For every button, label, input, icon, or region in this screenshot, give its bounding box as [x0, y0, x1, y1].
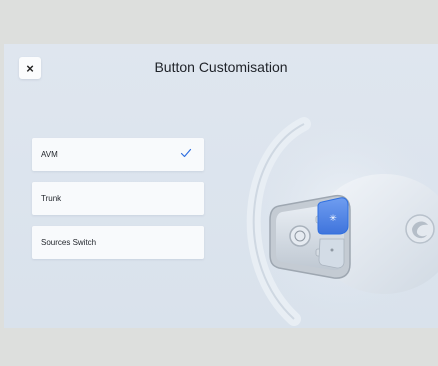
steering-wheel-illustration: ✳ [244, 104, 438, 326]
check-icon [180, 148, 192, 158]
svg-text:✳: ✳ [329, 214, 337, 224]
dialog-title: Button Customisation [154, 59, 288, 75]
option-avm[interactable]: AVM [32, 138, 204, 171]
button-customisation-dialog: × Button Customisation AVM Trunk Sources… [4, 44, 438, 328]
option-label: AVM [41, 150, 58, 159]
option-trunk[interactable]: Trunk [32, 182, 204, 215]
option-label: Trunk [41, 194, 62, 203]
option-label: Sources Switch [41, 238, 97, 247]
option-sources-switch[interactable]: Sources Switch [32, 226, 204, 259]
